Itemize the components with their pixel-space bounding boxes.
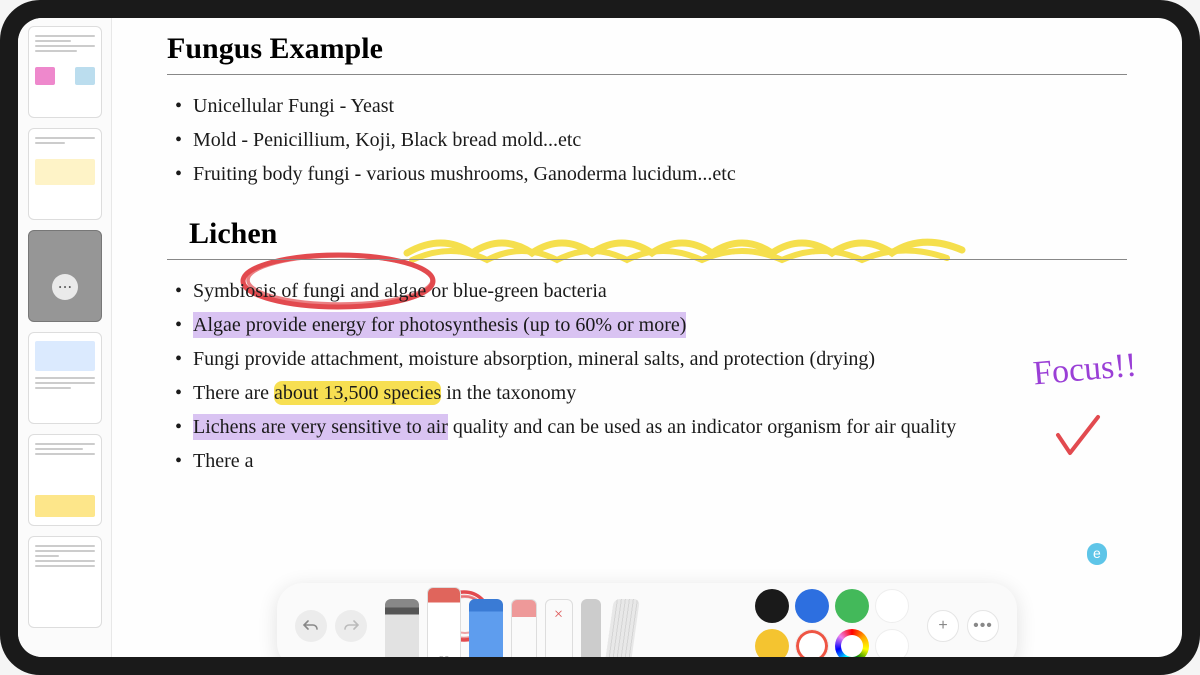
bullet-item: There a [173, 444, 1127, 478]
section-heading-lichen: Lichen [167, 217, 277, 251]
cutter-tool[interactable] [581, 599, 601, 657]
color-swatch-green[interactable] [835, 589, 869, 623]
page-thumbnail[interactable] [28, 128, 102, 220]
ruler-tool[interactable] [604, 599, 640, 657]
undo-button[interactable] [295, 610, 327, 642]
more-button[interactable]: ••• [967, 610, 999, 642]
color-palette [755, 589, 909, 657]
bullet-list-fungus: Unicellular Fungi - Yeast Mold - Penicil… [173, 89, 1127, 191]
divider [167, 259, 1127, 260]
bullet-item: Fungi provide attachment, moisture absor… [173, 342, 1127, 376]
page-thumbnail-current[interactable]: • • • [28, 230, 102, 322]
bullet-item: There are about 13,500 species in the ta… [173, 376, 1127, 410]
page-thumbnail[interactable] [28, 26, 102, 118]
blue-chip-partial[interactable]: e [1087, 543, 1107, 565]
bullet-item: Symbiosis of fungi and algae or blue-gre… [173, 274, 1127, 308]
page-thumbnail[interactable] [28, 536, 102, 628]
pen-tool[interactable] [469, 599, 503, 657]
color-swatch-empty[interactable] [875, 589, 909, 623]
drawing-toolbar: 80 [277, 583, 1017, 657]
pencil-tool[interactable] [385, 599, 419, 657]
red-checkmark-annotation [1052, 413, 1102, 463]
bullet-list-lichen: Symbiosis of fungi and algae or blue-gre… [173, 274, 1127, 478]
bullet-item: Mold - Penicillium, Koji, Black bread mo… [173, 123, 1127, 157]
color-swatch-blue[interactable] [795, 589, 829, 623]
marker-opacity-label: 80 [428, 655, 460, 657]
section-heading-fungus: Fungus Example [167, 32, 383, 66]
crayon-tool[interactable] [511, 599, 537, 657]
page-content[interactable]: Fungus Example Unicellular Fungi - Yeast… [112, 18, 1182, 657]
color-swatch-yellow[interactable] [755, 629, 789, 657]
page-thumbnail[interactable] [28, 332, 102, 424]
bullet-item: Algae provide energy for photosynthesis … [173, 308, 1127, 342]
redo-icon [343, 618, 359, 634]
bullet-item: Fruiting body fungi - various mushrooms,… [173, 157, 1127, 191]
color-swatch-red-selected[interactable] [795, 629, 829, 657]
add-button[interactable]: + [927, 610, 959, 642]
page-thumbnail[interactable] [28, 434, 102, 526]
bullet-item: Lichens are very sensitive to air qualit… [173, 410, 1127, 444]
color-swatch-empty[interactable] [875, 629, 909, 657]
page-thumbnails-sidebar[interactable]: • • • [18, 18, 112, 657]
undo-icon [303, 618, 319, 634]
redo-button[interactable] [335, 610, 367, 642]
eraser-tool[interactable] [545, 599, 573, 657]
color-swatch-black[interactable] [755, 589, 789, 623]
marker-tool-selected[interactable]: 80 [427, 587, 461, 657]
screen: • • • Fungus Example [18, 18, 1182, 657]
divider [167, 74, 1127, 75]
tablet-frame: • • • Fungus Example [0, 0, 1200, 675]
tool-group: 80 [385, 583, 635, 657]
bullet-item: Unicellular Fungi - Yeast [173, 89, 1127, 123]
color-picker-button[interactable] [835, 629, 869, 657]
